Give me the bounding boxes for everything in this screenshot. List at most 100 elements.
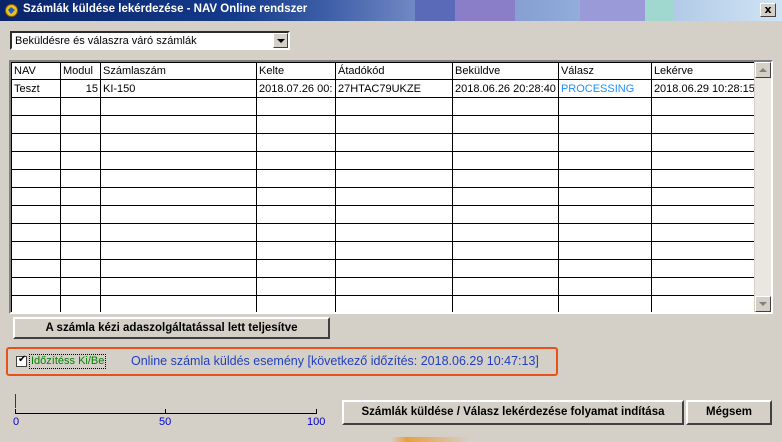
table-row[interactable] [11,115,760,134]
table-row[interactable] [11,133,760,152]
table-cell [60,277,101,296]
next-event-text: Online számla küldés esemény [következő … [131,354,539,368]
column-header-nav[interactable]: NAV [11,62,61,80]
table-row[interactable] [11,151,760,170]
cell-bekuldve: 2018.06.26 20:28:40 [452,79,559,98]
app-icon [5,4,18,17]
invoice-grid[interactable]: NAV Modul Számlaszám Kelte Átadókód Bekü… [9,60,773,314]
table-cell [557,151,652,170]
close-button[interactable]: x [760,3,776,17]
table-cell [650,151,760,170]
table-cell [100,295,257,312]
table-cell [557,187,652,206]
table-cell [557,133,652,152]
table-cell [557,277,652,296]
column-header-bekuldve[interactable]: Beküldve [452,62,559,80]
column-header-szamlaszam[interactable]: Számlaszám [100,62,257,80]
table-row[interactable] [11,277,760,296]
table-cell [100,169,257,188]
scroll-down-icon[interactable] [755,296,771,312]
table-cell [100,133,257,152]
table-cell [650,295,760,312]
table-cell [60,97,101,116]
table-cell [256,223,336,242]
table-cell [100,259,257,278]
progress-indicator: 0 50 100 [13,392,326,432]
table-row[interactable] [11,97,760,116]
table-cell [100,115,257,134]
table-row[interactable] [11,205,760,224]
table-cell [452,241,559,260]
table-cell [11,259,61,278]
table-cell [650,277,760,296]
table-cell [60,187,101,206]
manual-fulfillment-button[interactable]: A számla kézi adaszolgáltatással lett te… [13,317,330,339]
table-cell [256,133,336,152]
table-cell [557,97,652,116]
table-cell [60,169,101,188]
filter-dropdown[interactable]: Beküldésre és válaszra váró számlák [10,31,290,50]
table-cell [335,223,453,242]
table-cell [650,169,760,188]
timer-checkbox[interactable]: ✔ [16,354,27,367]
progress-axis [15,413,317,414]
table-cell [452,223,559,242]
scroll-up-icon[interactable] [755,62,771,78]
cell-valasz-status: PROCESSING [557,79,652,98]
cell-szamlaszam: KI-150 [100,79,257,98]
table-cell [11,295,61,312]
table-cell [650,241,760,260]
table-cell [557,295,652,312]
timer-checkbox-label[interactable]: Időzítéss Ki/Be [29,354,107,369]
table-row[interactable] [11,259,760,278]
table-cell [100,151,257,170]
start-process-button[interactable]: Számlák küldése / Válasz lekérdezése fol… [342,400,684,425]
table-cell [60,295,101,312]
table-cell [11,169,61,188]
table-cell [256,115,336,134]
column-header-valasz[interactable]: Válasz [557,62,652,80]
table-cell [452,187,559,206]
table-cell [256,295,336,312]
table-cell [256,241,336,260]
table-cell [650,97,760,116]
table-cell [100,97,257,116]
window-title: Számlák küldése lekérdezése - NAV Online… [23,3,308,15]
table-cell [11,151,61,170]
table-row[interactable]: Teszt 15 KI-150 2018.07.26 00: 27HTAC79U… [11,79,760,98]
table-cell [11,277,61,296]
progress-tick [165,409,166,414]
title-bar: Számlák küldése lekérdezése - NAV Online… [0,0,782,21]
table-row[interactable] [11,241,760,260]
table-cell [11,133,61,152]
table-cell [60,151,101,170]
progress-tick-label-0: 0 [13,416,20,428]
table-cell [335,241,453,260]
table-cell [60,115,101,134]
table-cell [650,133,760,152]
table-cell [256,151,336,170]
table-cell [335,295,453,312]
column-header-atadokod[interactable]: Átadókód [335,62,453,80]
progress-tick-label-100: 100 [307,416,326,428]
table-cell [335,259,453,278]
vertical-scrollbar[interactable] [754,62,771,312]
column-header-modul[interactable]: Modul [60,62,101,80]
column-header-kelte[interactable]: Kelte [256,62,336,80]
table-cell [335,205,453,224]
table-cell [452,295,559,312]
chevron-down-icon[interactable] [273,33,288,48]
table-cell [557,241,652,260]
cancel-button[interactable]: Mégsem [686,400,772,425]
table-cell [100,187,257,206]
table-row[interactable] [11,187,760,206]
table-row[interactable] [11,223,760,242]
column-header-lekerve[interactable]: Lekérve [650,62,760,80]
table-cell [60,259,101,278]
progress-tick [316,409,317,414]
table-cell [557,205,652,224]
table-row[interactable] [11,295,760,312]
table-row[interactable] [11,169,760,188]
cell-kelte: 2018.07.26 00: [256,79,336,98]
table-cell [335,133,453,152]
